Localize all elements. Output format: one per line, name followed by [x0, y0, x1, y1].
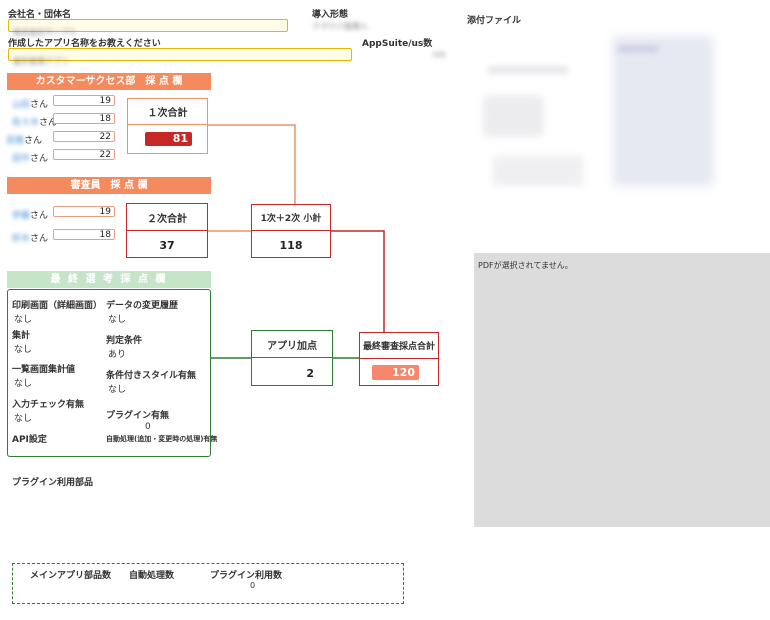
subtotal-value-cell: 118 — [251, 231, 331, 258]
subtotal-label-cell: 1次＋2次 小計 — [251, 204, 331, 231]
final-section-header: 最 終 選 考 採 点 欄 — [7, 271, 211, 288]
final-item-value-plugin: 0 — [145, 422, 151, 432]
final-item-label-aggregate: 集計 — [12, 331, 31, 341]
final-item-value-list-agg: なし — [14, 379, 33, 389]
cs-score-4[interactable]: 22 — [53, 149, 115, 160]
cs-score-1[interactable]: 19 — [53, 95, 115, 106]
bonus-value: 2 — [306, 367, 314, 380]
final-item-value-input-check: なし — [14, 414, 33, 424]
deploy-label: 導入形態 — [312, 10, 349, 20]
company-field[interactable]: 株式会社サンプル — [8, 19, 288, 37]
final-total-value: 120 — [372, 365, 419, 380]
app-name-field[interactable]: 案件管理アプリ — [8, 48, 352, 66]
final-total-label-cell: 最終審査採点合計 — [359, 332, 439, 359]
final-item-label-plugin: プラグイン有無 — [106, 411, 170, 421]
judge-score-2[interactable]: 18 — [53, 229, 115, 240]
appsuite-label: AppSuite/us数 — [362, 39, 433, 49]
cs-score-3[interactable]: 22 — [53, 131, 115, 142]
plugin-use-value: 0 — [250, 581, 256, 590]
bonus-label-cell: アプリ加点 — [251, 330, 333, 358]
deploy-value: クラウド版導入 — [312, 22, 368, 31]
final-item-value-print: なし — [14, 315, 33, 325]
final-item-label-input-check: 入力チェック有無 — [12, 400, 85, 410]
plugin-parts-label: プラグイン利用部品 — [12, 478, 94, 488]
judge-person-2: 鈴木さん — [12, 234, 49, 244]
cs-person-3: 高橋さん — [6, 136, 43, 146]
app-name-value: 案件管理アプリ — [13, 57, 69, 66]
final-item-value-history: なし — [108, 315, 127, 325]
final-item-value-cond-style: なし — [108, 385, 127, 395]
judge-total-value: 37 — [159, 239, 175, 252]
bonus-value-cell: 2 — [251, 358, 333, 386]
subtotal-value: 118 — [279, 239, 303, 252]
final-item-label-api: API設定 — [12, 435, 47, 445]
judge-section-header: 審査員 採 点 欄 — [7, 177, 211, 194]
judge-person-1: 伊藤さん — [12, 211, 49, 221]
judge-total-label-cell: ２次合計 — [126, 203, 208, 231]
cs-total-value-cell: 81 — [127, 125, 208, 154]
final-item-label-history: データの変更履歴 — [106, 301, 179, 311]
plugin-use-label: プラグイン利用数 — [210, 571, 283, 581]
cs-person-2: 佐々木さん — [12, 118, 58, 128]
final-item-label-list-agg: 一覧画面集計値 — [12, 365, 76, 375]
judge-total-value-cell: 37 — [126, 231, 208, 258]
cs-person-4: 田中さん — [12, 154, 49, 164]
attachment-label: 添付ファイル — [467, 16, 522, 26]
final-item-label-cond-style: 条件付きスタイル有無 — [106, 371, 197, 381]
cs-total-label-cell: １次合計 — [127, 98, 208, 125]
final-total-value-cell: 120 — [359, 359, 439, 386]
pdf-viewer[interactable]: PDFが選択されてません。 — [474, 253, 770, 527]
appsuite-value: 100 — [432, 51, 446, 59]
final-item-label-print: 印刷画面（詳細画面） — [12, 301, 103, 311]
cs-section-header: カスタマーサクセス部 採 点 欄 — [7, 73, 211, 90]
final-item-value-judge: あり — [108, 350, 127, 360]
pdf-status-message: PDFが選択されてません。 — [478, 261, 573, 270]
attachment-preview[interactable] — [478, 36, 748, 206]
cs-score-2[interactable]: 18 — [53, 113, 115, 124]
judge-score-1[interactable]: 19 — [53, 206, 115, 217]
main-parts-label: メインアプリ部品数 — [30, 571, 112, 581]
cs-total-value: 81 — [145, 132, 192, 146]
final-item-label-auto: 自動処理(追加・変更時の処理)有無 — [106, 435, 218, 443]
cs-person-1: 山田さん — [12, 100, 49, 110]
auto-process-label: 自動処理数 — [129, 571, 175, 581]
final-item-value-aggregate: なし — [14, 345, 33, 355]
final-item-label-judge: 判定条件 — [106, 336, 143, 346]
